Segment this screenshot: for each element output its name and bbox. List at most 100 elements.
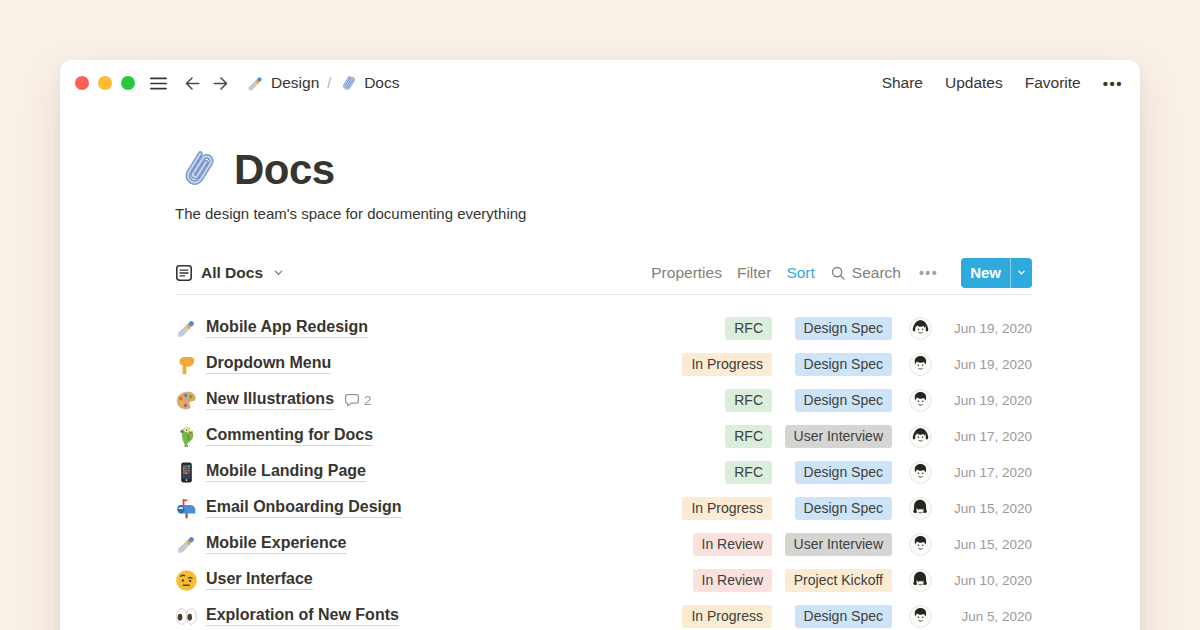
avatar — [909, 317, 932, 340]
type-tag[interactable]: Design Spec — [795, 389, 892, 412]
type-tag[interactable]: Design Spec — [795, 605, 892, 628]
face-raised-eyebrow-icon — [175, 569, 198, 592]
paintbrush-icon — [175, 533, 198, 556]
type-tag[interactable]: User Interview — [785, 425, 892, 448]
minimize-button[interactable] — [98, 76, 112, 90]
status-tag[interactable]: RFC — [725, 461, 772, 484]
doc-date: Jun 19, 2020 — [948, 357, 1032, 372]
type-tag[interactable]: Project Kickoff — [785, 569, 892, 592]
avatar — [909, 497, 932, 520]
breadcrumb-separator: / — [327, 75, 331, 91]
doc-date: Jun 15, 2020 — [948, 501, 1032, 516]
search-icon — [830, 265, 846, 281]
doc-date: Jun 5, 2020 — [948, 609, 1032, 624]
close-button[interactable] — [75, 76, 89, 90]
doc-title-link[interactable]: Exploration of New Fonts — [206, 606, 399, 626]
doc-title-link[interactable]: Mobile Experience — [206, 534, 347, 554]
avatar — [909, 353, 932, 376]
more-menu-button[interactable]: ••• — [1103, 75, 1123, 92]
mobile-phone-icon — [175, 461, 198, 484]
chevron-down-icon — [273, 267, 284, 278]
status-tag[interactable]: RFC — [725, 425, 772, 448]
table-row: Commenting for Docs RFC User Interview Jun … — [175, 418, 1032, 454]
docs-paperclip-icon — [339, 74, 358, 93]
table-row: Email Onboarding Design In Progress Design… — [175, 490, 1032, 526]
filter-button[interactable]: Filter — [737, 264, 771, 282]
breadcrumb: Design / Docs — [246, 74, 399, 93]
new-button-label: New — [961, 258, 1010, 288]
paintbrush-icon — [175, 317, 198, 340]
type-tag[interactable]: Design Spec — [795, 317, 892, 340]
doc-title-link[interactable]: Commenting for Docs — [206, 426, 373, 446]
zoom-button[interactable] — [121, 76, 135, 90]
comment-count[interactable]: 2 — [344, 392, 372, 408]
page-title: Docs — [234, 146, 335, 194]
doc-title-link[interactable]: User Interface — [206, 570, 313, 590]
status-tag[interactable]: RFC — [725, 317, 772, 340]
view-toolbar: All Docs Properties Filter Sort Search •… — [175, 251, 1032, 295]
avatar — [909, 461, 932, 484]
doc-date: Jun 15, 2020 — [948, 537, 1032, 552]
avatar — [909, 425, 932, 448]
parrot-icon — [175, 425, 198, 448]
comment-bubble-icon — [344, 392, 360, 408]
doc-date: Jun 17, 2020 — [948, 429, 1032, 444]
eyes-icon — [175, 605, 198, 628]
properties-button[interactable]: Properties — [651, 264, 722, 282]
traffic-lights — [75, 76, 135, 90]
page-subtitle: The design team's space for documenting … — [175, 205, 1032, 222]
palette-icon — [175, 389, 198, 412]
type-tag[interactable]: User Interview — [785, 533, 892, 556]
status-tag[interactable]: RFC — [725, 389, 772, 412]
app-window: Design / Docs Share Updates Favorite •••… — [60, 60, 1140, 630]
status-tag[interactable]: In Review — [693, 569, 772, 592]
avatar — [909, 569, 932, 592]
doc-title-link[interactable]: Email Onboarding Design — [206, 498, 402, 518]
status-tag[interactable]: In Progress — [682, 353, 772, 376]
new-button[interactable]: New — [961, 258, 1032, 288]
doc-date: Jun 19, 2020 — [948, 321, 1032, 336]
table-row: User Interface In Review Project Kickoff Ju… — [175, 562, 1032, 598]
new-button-dropdown[interactable] — [1011, 258, 1032, 288]
mailbox-icon — [175, 497, 198, 520]
table-row: Dropdown Menu In Progress Design Spec Jun 1… — [175, 346, 1032, 382]
list-view-icon — [175, 264, 193, 282]
design-paintbrush-icon — [246, 74, 265, 93]
sidebar-menu-icon[interactable] — [148, 73, 169, 94]
avatar — [909, 605, 932, 628]
favorite-button[interactable]: Favorite — [1025, 74, 1081, 92]
doc-title-link[interactable]: New Illustrations — [206, 390, 334, 410]
window-titlebar: Design / Docs Share Updates Favorite ••• — [60, 60, 1140, 106]
status-tag[interactable]: In Progress — [682, 497, 772, 520]
type-tag[interactable]: Design Spec — [795, 461, 892, 484]
table-row: Exploration of New Fonts In Progress Desig… — [175, 598, 1032, 630]
status-tag[interactable]: In Progress — [682, 605, 772, 628]
docs-table: Mobile App Redesign RFC Design Spec Jun 19,… — [175, 310, 1032, 630]
page-paperclip-icon[interactable] — [175, 147, 221, 193]
updates-button[interactable]: Updates — [945, 74, 1003, 92]
doc-date: Jun 10, 2020 — [948, 573, 1032, 588]
hand-pointing-down-icon — [175, 353, 198, 376]
doc-title-link[interactable]: Dropdown Menu — [206, 354, 331, 374]
avatar — [909, 533, 932, 556]
type-tag[interactable]: Design Spec — [795, 353, 892, 376]
table-row: Mobile Landing Page RFC Design Spec Jun 17,… — [175, 454, 1032, 490]
table-row: Mobile App Redesign RFC Design Spec Jun 19,… — [175, 310, 1032, 346]
share-button[interactable]: Share — [882, 74, 923, 92]
table-row: Mobile Experience In Review User Interview… — [175, 526, 1032, 562]
forward-arrow-icon[interactable] — [211, 74, 230, 93]
status-tag[interactable]: In Review — [693, 533, 772, 556]
breadcrumb-docs[interactable]: Docs — [364, 74, 399, 92]
search-button[interactable]: Search — [830, 264, 901, 282]
view-switcher[interactable]: All Docs — [175, 264, 284, 282]
doc-title-link[interactable]: Mobile Landing Page — [206, 462, 366, 482]
avatar — [909, 389, 932, 412]
back-arrow-icon[interactable] — [183, 74, 202, 93]
sort-button[interactable]: Sort — [786, 264, 814, 282]
view-label: All Docs — [201, 264, 263, 282]
toolbar-more-button[interactable]: ••• — [919, 265, 938, 281]
doc-title-link[interactable]: Mobile App Redesign — [206, 318, 368, 338]
doc-date: Jun 17, 2020 — [948, 465, 1032, 480]
type-tag[interactable]: Design Spec — [795, 497, 892, 520]
breadcrumb-design[interactable]: Design — [271, 74, 319, 92]
